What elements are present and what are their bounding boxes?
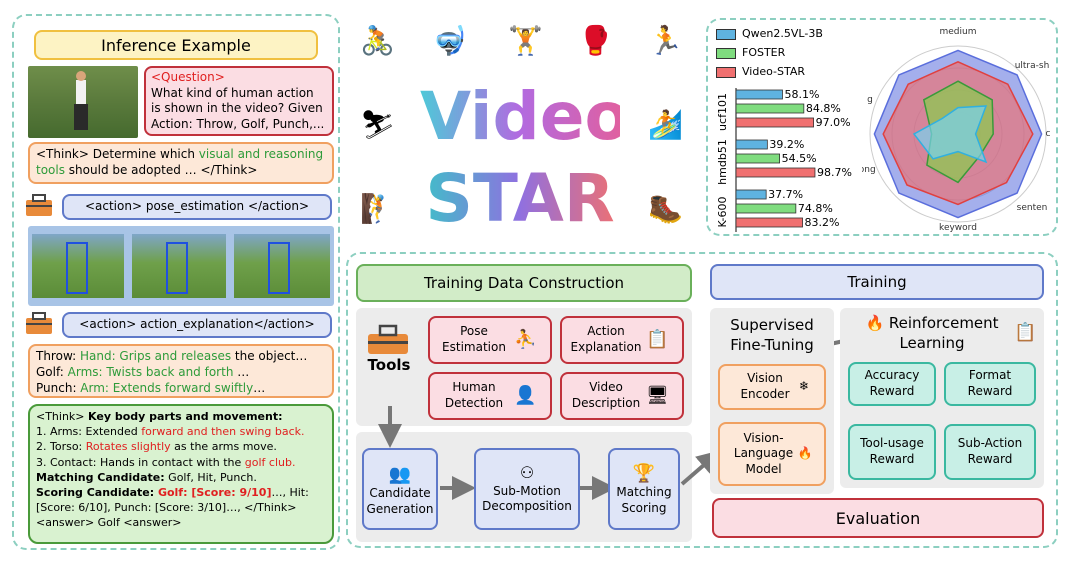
weightlifter-icon: 🏋: [508, 24, 543, 57]
bar: [735, 89, 783, 100]
format-reward: Format Reward: [944, 362, 1036, 406]
toolbox-icon: [24, 310, 54, 336]
bar: [735, 103, 805, 114]
expl-golf: Golf: Arms: Twists back and forth …: [36, 365, 250, 380]
explanation-box: Throw: Hand: Grips and releases the obje…: [28, 344, 334, 398]
bar: [735, 217, 803, 228]
surfer-icon: 🏄: [648, 108, 683, 141]
expl-throw: Throw: Hand: Grips and releases the obje…: [36, 349, 308, 363]
step-matching-scoring: 🏆 Matching Scoring: [608, 448, 680, 530]
action-action-explanation: <action> action_explanation</action>: [62, 312, 332, 338]
logo-video: Video: [420, 78, 630, 155]
bar-value-label: 37.7%: [768, 188, 803, 201]
think-text-c: should be adopted … </Think>: [64, 162, 258, 177]
bar-value-label: 74.8%: [798, 202, 833, 215]
toolbox-icon: [24, 192, 54, 218]
think-box: <Think> Determine which visual and reaso…: [28, 142, 334, 184]
radar-axis-label: ultra-sh: [1015, 61, 1050, 71]
skier-icon: ⛷: [360, 108, 396, 141]
bar: [735, 117, 814, 128]
accuracy-reward: Accuracy Reward: [848, 362, 936, 406]
radar-axis-label: long: [862, 165, 876, 175]
bar-value-label: 84.8%: [806, 102, 841, 115]
rl-label: 🔥 Reinforcement Learning: [865, 314, 999, 352]
radar-axis-label: medium: [940, 27, 977, 37]
bar-value-label: 54.5%: [782, 152, 817, 165]
vision-encoder: Vision Encoder ❄: [718, 364, 826, 410]
bar: [735, 203, 797, 214]
legend-qwen: Qwen2.5VL-3B: [716, 24, 866, 43]
step-candidate-generation: 👥 Candidate Generation: [362, 448, 438, 530]
bar-chart: ucf101 58.1%84.8%97.0% hmdb51 39.2%54.5%98.…: [716, 88, 852, 232]
sub-action-reward: Sub-Action Reward: [944, 424, 1036, 480]
reasoning-box: <Think> Key body parts and movement: 1. …: [28, 404, 334, 544]
candidate-icon: 👥: [388, 463, 412, 485]
think-text-a: <Think> Determine which: [36, 147, 199, 161]
chart-legend: Qwen2.5VL-3B FOSTER Video-STAR: [716, 24, 866, 81]
fire-icon: 🔥: [797, 446, 813, 461]
question-text: What kind of human action is shown in th…: [151, 85, 325, 131]
bar-value-label: 97.0%: [816, 116, 851, 129]
hiker-icon: 🥾: [648, 192, 683, 225]
bar-value-label: 98.7%: [817, 166, 852, 179]
tool-usage-reward: Tool-usage Reward: [848, 424, 936, 480]
clipboard-icon: 📋: [1014, 322, 1037, 343]
boxer-icon: 🥊: [578, 24, 613, 57]
bar-category-label: K-600: [716, 196, 729, 227]
radar-chart: medium ultra-sh g c long senten keyword: [862, 27, 1051, 232]
evaluation: Evaluation: [712, 498, 1044, 538]
answer-text: <answer> Golf <answer>: [36, 516, 182, 530]
climber-icon: 🧗: [360, 192, 395, 225]
inference-title: Inference Example: [34, 30, 318, 60]
bar-value-label: 39.2%: [769, 138, 804, 151]
bar: [735, 167, 816, 178]
runner-icon: 🏃: [648, 24, 683, 57]
bar: [735, 189, 767, 200]
golfer-photo: [28, 66, 138, 138]
radar-axis-label: c: [1046, 129, 1051, 139]
decompose-icon: ⚇: [519, 463, 535, 482]
question-box: <Question> What kind of human action is …: [144, 66, 334, 136]
question-tag: <Question>: [151, 70, 225, 84]
bar-value-label: 58.1%: [784, 88, 819, 101]
training-title: Training: [710, 264, 1044, 300]
legend-foster: FOSTER: [716, 43, 866, 62]
frame-2: [132, 234, 226, 298]
fire-icon: 🔥: [865, 314, 889, 332]
expl-punch: Punch: Arm: Extends forward swiftly…: [36, 381, 266, 396]
logo-star: STAR: [420, 166, 620, 232]
legend-videostar: Video-STAR: [716, 62, 866, 81]
diver-icon: 🤿: [432, 24, 467, 57]
bar-value-label: 83.2%: [805, 216, 840, 229]
cyclist-icon: 🚴: [360, 24, 395, 57]
radar-axis-label: keyword: [939, 223, 977, 232]
bar: [735, 153, 780, 164]
action-pose-estimation: <action> pose_estimation </action>: [62, 194, 332, 220]
vision-language-model: Vision-Language Model 🔥: [718, 422, 826, 486]
bar: [735, 139, 768, 150]
radar-axis-label: g: [867, 95, 873, 105]
bar-category-label: hmdb51: [716, 139, 729, 185]
radar-axis-label: senten: [1017, 203, 1048, 213]
snowflake-icon: ❄: [798, 379, 810, 394]
bar-category-label: ucf101: [716, 93, 729, 131]
film-strip: [28, 226, 334, 306]
frame-3: [234, 234, 330, 298]
step-sub-motion: ⚇ Sub-Motion Decomposition: [474, 448, 580, 530]
frame-1: [32, 234, 124, 298]
podium-icon: 🏆: [632, 462, 656, 484]
sft-label: Supervised Fine-Tuning: [730, 316, 814, 354]
